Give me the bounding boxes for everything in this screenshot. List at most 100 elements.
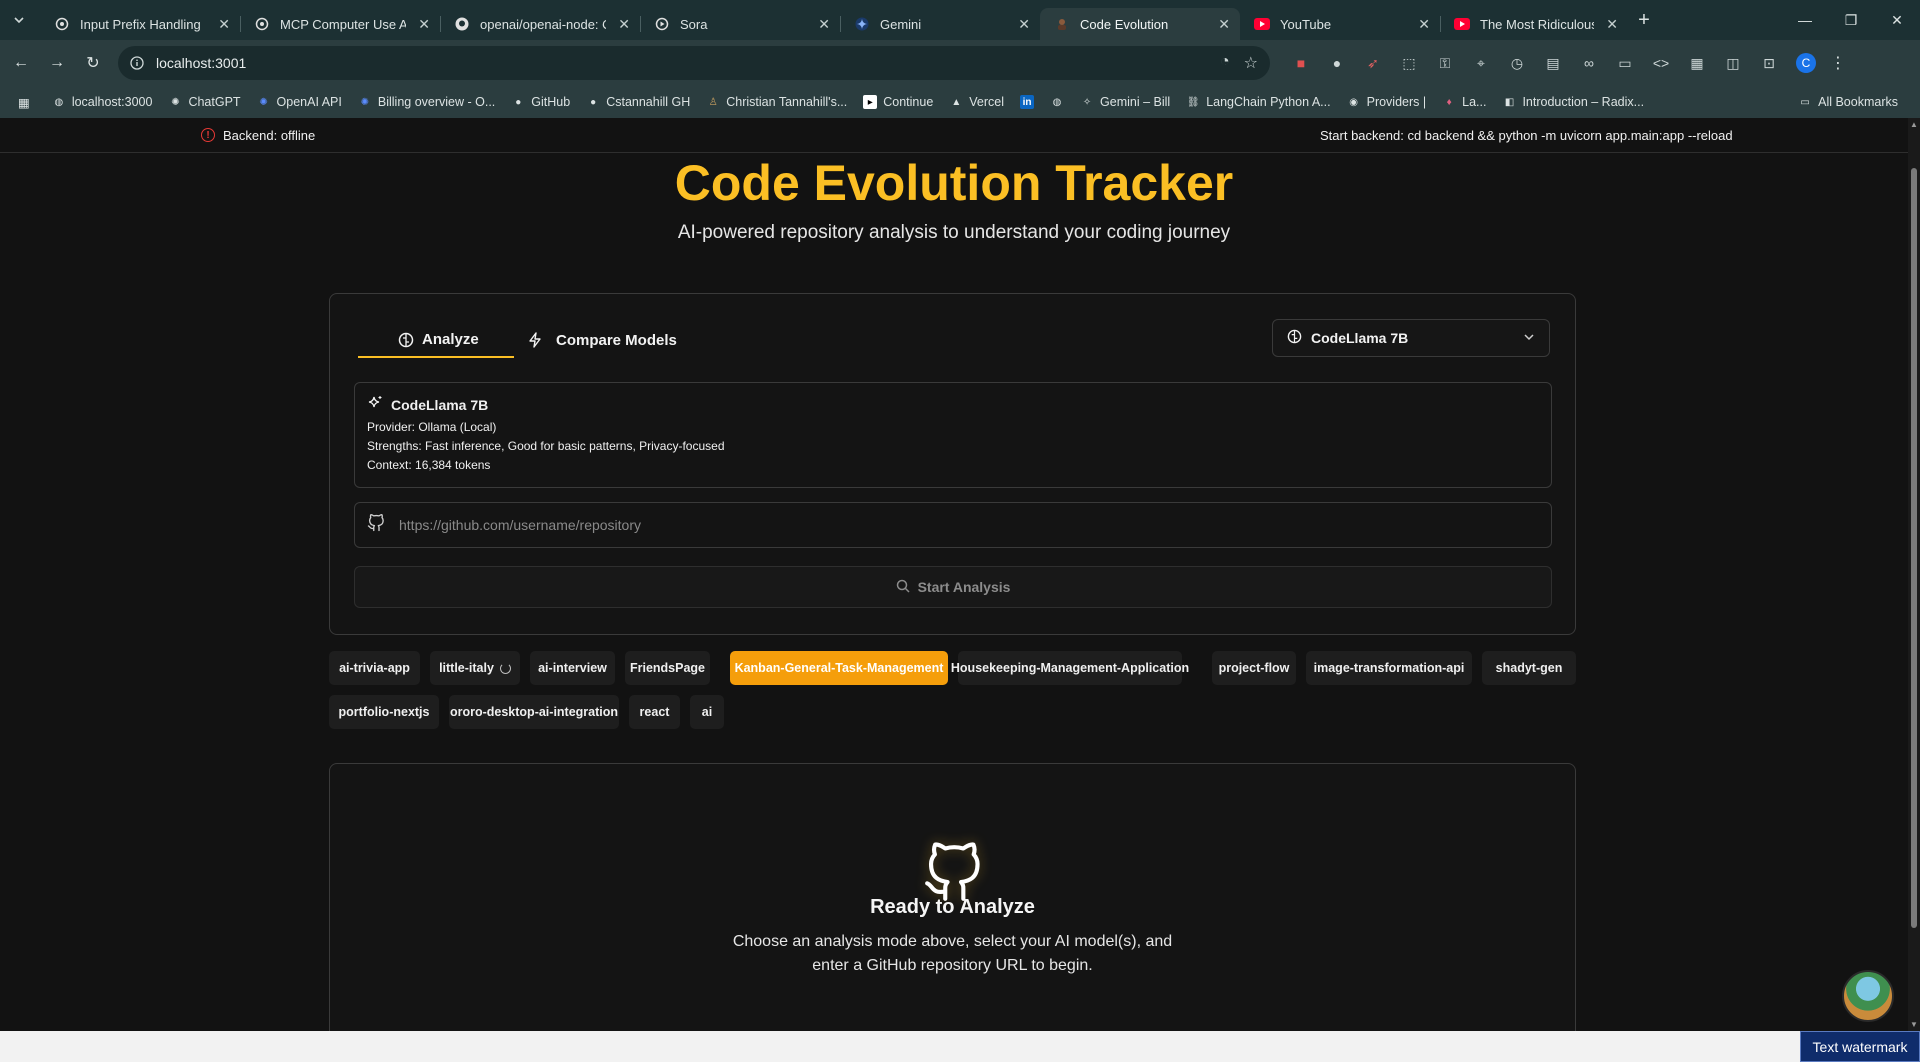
bookmark-item[interactable]: ♦ La... bbox=[1434, 88, 1494, 116]
side-panel-icon[interactable]: ◫ bbox=[1718, 48, 1748, 78]
qr-code-icon[interactable]: ▦ bbox=[1682, 48, 1712, 78]
link-icon[interactable]: ∞ bbox=[1574, 48, 1604, 78]
vercel-icon: ▲ bbox=[951, 96, 962, 108]
browser-tab[interactable]: Input Prefix Handling ✕ bbox=[40, 8, 240, 40]
browser-menu-icon[interactable]: ⋮ bbox=[1830, 53, 1846, 73]
bookmark-item[interactable]: ◉ Providers | bbox=[1339, 88, 1435, 116]
bookmark-star-icon[interactable]: ☆ bbox=[1244, 53, 1258, 73]
app-icon bbox=[1054, 16, 1070, 32]
reload-button[interactable]: ↻ bbox=[78, 48, 108, 78]
bookmark-item[interactable]: ⛓ LangChain Python A... bbox=[1178, 88, 1338, 116]
scroll-up-icon[interactable]: ▲ bbox=[1910, 120, 1918, 129]
repo-chip[interactable]: project-flow bbox=[1212, 651, 1296, 685]
close-window-button[interactable]: ✕ bbox=[1874, 0, 1920, 40]
minimize-button[interactable]: — bbox=[1782, 0, 1828, 40]
browser-tab-active[interactable]: Code Evolution ✕ bbox=[1040, 8, 1240, 40]
model-info-strengths: Strengths: Fast inference, Good for basi… bbox=[367, 439, 725, 453]
browser-tab[interactable]: The Most Ridiculous Miss ✕ bbox=[1440, 8, 1628, 40]
new-tab-button[interactable]: + bbox=[1628, 4, 1660, 36]
repo-chip[interactable]: FriendsPage bbox=[625, 651, 710, 685]
browser-tab[interactable]: Sora ✕ bbox=[640, 8, 840, 40]
location-pin-icon[interactable]: ⌖ bbox=[1466, 48, 1496, 78]
extensions-puzzle-icon[interactable]: ⬚ bbox=[1394, 48, 1424, 78]
close-icon[interactable]: ✕ bbox=[418, 16, 430, 33]
address-bar[interactable]: localhost:3001 ◔ ☆ bbox=[118, 46, 1270, 80]
scroll-down-icon[interactable]: ▼ bbox=[1910, 1020, 1918, 1029]
browser-tab[interactable]: MCP Computer Use Agen ✕ bbox=[240, 8, 440, 40]
tab-compare-models[interactable]: Compare Models bbox=[514, 322, 691, 358]
devtools-code-icon[interactable]: <> bbox=[1646, 48, 1676, 78]
repo-url-field[interactable] bbox=[354, 502, 1552, 548]
bookmark-item[interactable]: ● GitHub bbox=[503, 88, 578, 116]
floating-assistant-avatar[interactable] bbox=[1842, 970, 1894, 1022]
model-select-value: CodeLlama 7B bbox=[1311, 330, 1409, 346]
repo-chip[interactable]: react bbox=[629, 695, 680, 729]
bookmark-item[interactable]: ◧ Introduction – Radix... bbox=[1494, 88, 1652, 116]
bookmark-label: Cstannahill GH bbox=[606, 95, 691, 109]
bookmark-label: LangChain Python A... bbox=[1206, 95, 1331, 109]
alert-circle-icon: ! bbox=[201, 128, 215, 142]
password-key-icon[interactable]: ⚿ bbox=[1430, 48, 1460, 78]
tab-analyze-label: Analyze bbox=[422, 330, 479, 348]
close-icon[interactable]: ✕ bbox=[1018, 16, 1030, 33]
repo-url-input[interactable] bbox=[397, 516, 1501, 534]
bookmark-item[interactable]: ▲ Vercel bbox=[941, 88, 1012, 116]
history-icon[interactable]: ◷ bbox=[1502, 48, 1532, 78]
bookmark-item[interactable]: ✺ OpenAI API bbox=[249, 88, 350, 116]
profile-avatar[interactable]: C bbox=[1796, 53, 1816, 73]
bookmark-item[interactable]: ▸ Continue bbox=[855, 88, 941, 116]
close-icon[interactable]: ✕ bbox=[1418, 16, 1430, 33]
page-scrollbar[interactable]: ▲ ▼ bbox=[1908, 118, 1920, 1031]
extension-red-icon[interactable]: ■ bbox=[1286, 48, 1316, 78]
extension-drop-icon[interactable]: ● bbox=[1322, 48, 1352, 78]
openai-icon bbox=[254, 16, 270, 32]
repo-chip[interactable]: shadyt-gen bbox=[1482, 651, 1576, 685]
reading-list-icon[interactable]: ▤ bbox=[1538, 48, 1568, 78]
browser-tab[interactable]: Gemini ✕ bbox=[840, 8, 1040, 40]
bookmark-label: Billing overview - O... bbox=[377, 95, 496, 109]
back-button[interactable]: ← bbox=[6, 48, 36, 78]
repo-chip[interactable]: ai-interview bbox=[530, 651, 615, 685]
continue-icon: ▸ bbox=[863, 95, 878, 109]
close-icon[interactable]: ✕ bbox=[818, 16, 830, 33]
repo-chip[interactable]: ororo-desktop-ai-integration bbox=[449, 695, 619, 729]
close-icon[interactable]: ✕ bbox=[618, 16, 630, 33]
start-analysis-button[interactable]: Start Analysis bbox=[354, 566, 1552, 608]
repo-chip[interactable]: Housekeeping-Management-Application bbox=[951, 651, 1189, 685]
performance-icon[interactable]: ◔ bbox=[1220, 53, 1230, 73]
tab-title: YouTube bbox=[1280, 16, 1332, 32]
repo-chip[interactable]: ai-trivia-app bbox=[329, 651, 420, 685]
bookmark-item[interactable]: ♙ Christian Tannahill's... bbox=[698, 88, 855, 116]
tab-search-button[interactable] bbox=[6, 7, 32, 33]
bookmark-item[interactable]: ✺ Billing overview - O... bbox=[350, 88, 503, 116]
repo-chip-selected[interactable]: Kanban-General-Task-Management bbox=[730, 651, 948, 685]
restore-button[interactable]: ❐ bbox=[1828, 0, 1874, 40]
scrollbar-thumb[interactable] bbox=[1911, 168, 1917, 928]
extension-rocket-icon[interactable]: ➶ bbox=[1358, 48, 1388, 78]
repo-chip[interactable]: image-transformation-api bbox=[1306, 651, 1472, 685]
apps-grid-icon[interactable]: ▦ bbox=[0, 88, 44, 116]
bookmark-item[interactable]: in bbox=[1012, 88, 1042, 116]
bookmark-item[interactable]: ✧ Gemini – Bill bbox=[1072, 88, 1178, 116]
repo-chip[interactable]: portfolio-nextjs bbox=[329, 695, 439, 729]
bookmark-item[interactable]: ◍ localhost:3000 bbox=[44, 88, 161, 116]
forward-button[interactable]: → bbox=[42, 48, 72, 78]
close-icon[interactable]: ✕ bbox=[218, 16, 230, 33]
bookmark-item[interactable]: ● Cstannahill GH bbox=[578, 88, 698, 116]
repo-chip[interactable]: little-italy bbox=[430, 651, 520, 685]
brain-icon bbox=[1287, 329, 1302, 347]
bookmark-item[interactable]: ◍ bbox=[1042, 88, 1072, 116]
devices-icon[interactable]: ▭ bbox=[1610, 48, 1640, 78]
all-bookmarks-button[interactable]: ▭ All Bookmarks bbox=[1790, 88, 1906, 116]
bookmark-label: Continue bbox=[883, 95, 934, 109]
screenshot-icon[interactable]: ⊡ bbox=[1754, 48, 1784, 78]
browser-tab[interactable]: YouTube ✕ bbox=[1240, 8, 1440, 40]
site-info-icon[interactable] bbox=[130, 56, 144, 70]
repo-chip[interactable]: ai bbox=[690, 695, 724, 729]
model-select[interactable]: CodeLlama 7B bbox=[1272, 319, 1550, 357]
browser-tab[interactable]: openai/openai-node: Offic ✕ bbox=[440, 8, 640, 40]
close-icon[interactable]: ✕ bbox=[1218, 16, 1230, 33]
tab-analyze[interactable]: Analyze bbox=[358, 322, 514, 358]
bookmark-item[interactable]: ✺ ChatGPT bbox=[160, 88, 248, 116]
close-icon[interactable]: ✕ bbox=[1606, 16, 1618, 33]
